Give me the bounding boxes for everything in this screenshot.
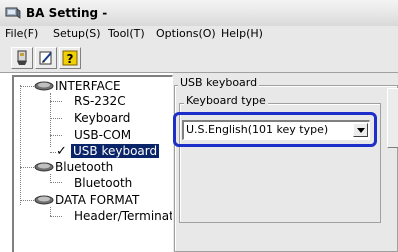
help-icon: ? [62, 50, 78, 66]
tree-connector [50, 207, 51, 216]
folder-icon [34, 195, 54, 205]
menu-tool[interactable]: Tool(T) [108, 27, 145, 40]
settings-tree[interactable]: INTERFACE RS-232C Keyboard USB-COM ✓ USB… [12, 75, 173, 252]
edit-icon [39, 51, 52, 65]
tree-connector [20, 167, 34, 168]
tree-item-bluetooth-group[interactable]: Bluetooth [55, 160, 113, 174]
connect-button[interactable] [11, 47, 33, 69]
menu-file[interactable]: File(F) [5, 27, 38, 40]
tree-item-header-terminator[interactable]: Header/Terminato [74, 209, 172, 223]
tree-connector [50, 101, 62, 102]
title-bar: BA Setting - [0, 0, 398, 26]
app-icon [5, 7, 21, 19]
settings-panel: USB keyboard Keyboard type U.S.English(1… [173, 73, 398, 252]
tree-connector [50, 216, 62, 217]
tree-item-interface[interactable]: INTERFACE [55, 79, 121, 93]
help-button[interactable]: ? [59, 47, 81, 69]
window-title: BA Setting - [26, 6, 108, 20]
tree-connector [50, 174, 51, 181]
menu-bar: File(F) Setup(S) Tool(T) Options(O) Help… [0, 26, 398, 44]
toolbar: ? [0, 44, 398, 72]
tree-connector [50, 182, 62, 183]
edit-button[interactable] [35, 47, 57, 69]
tree-connector [20, 200, 34, 201]
tree-item-data-format[interactable]: DATA FORMAT [55, 193, 139, 207]
usb-keyboard-group-title: USB keyboard [178, 76, 260, 89]
tree-connector [50, 118, 62, 119]
tree-item-rs232c[interactable]: RS-232C [74, 94, 126, 108]
tree-connector [20, 86, 34, 87]
dropdown-button[interactable] [353, 123, 368, 137]
connect-icon [17, 50, 27, 65]
keyboard-type-value: U.S.English(101 key type) [186, 123, 329, 136]
folder-icon [34, 81, 54, 91]
tree-item-bluetooth[interactable]: Bluetooth [74, 176, 132, 190]
menu-setup[interactable]: Setup(S) [53, 27, 101, 40]
folder-icon [34, 162, 54, 172]
keyboard-type-select[interactable]: U.S.English(101 key type) [182, 120, 370, 140]
chevron-down-icon [357, 128, 365, 133]
svg-text:?: ? [67, 52, 74, 66]
ba-setting-window: BA Setting - File(F) Setup(S) Tool(T) Op… [0, 0, 398, 252]
keyboard-type-label: Keyboard type [184, 94, 268, 107]
check-icon: ✓ [56, 144, 67, 159]
tree-item-usb-com[interactable]: USB-COM [74, 128, 131, 142]
tree-item-usb-keyboard[interactable]: USB keyboard [71, 144, 160, 158]
tree-connector [50, 135, 62, 136]
menu-options[interactable]: Options(O) [156, 27, 216, 40]
menu-help[interactable]: Help(H) [221, 27, 263, 40]
tree-item-keyboard[interactable]: Keyboard [74, 111, 130, 125]
tree-connector [20, 85, 21, 205]
side-button[interactable] [387, 88, 398, 148]
